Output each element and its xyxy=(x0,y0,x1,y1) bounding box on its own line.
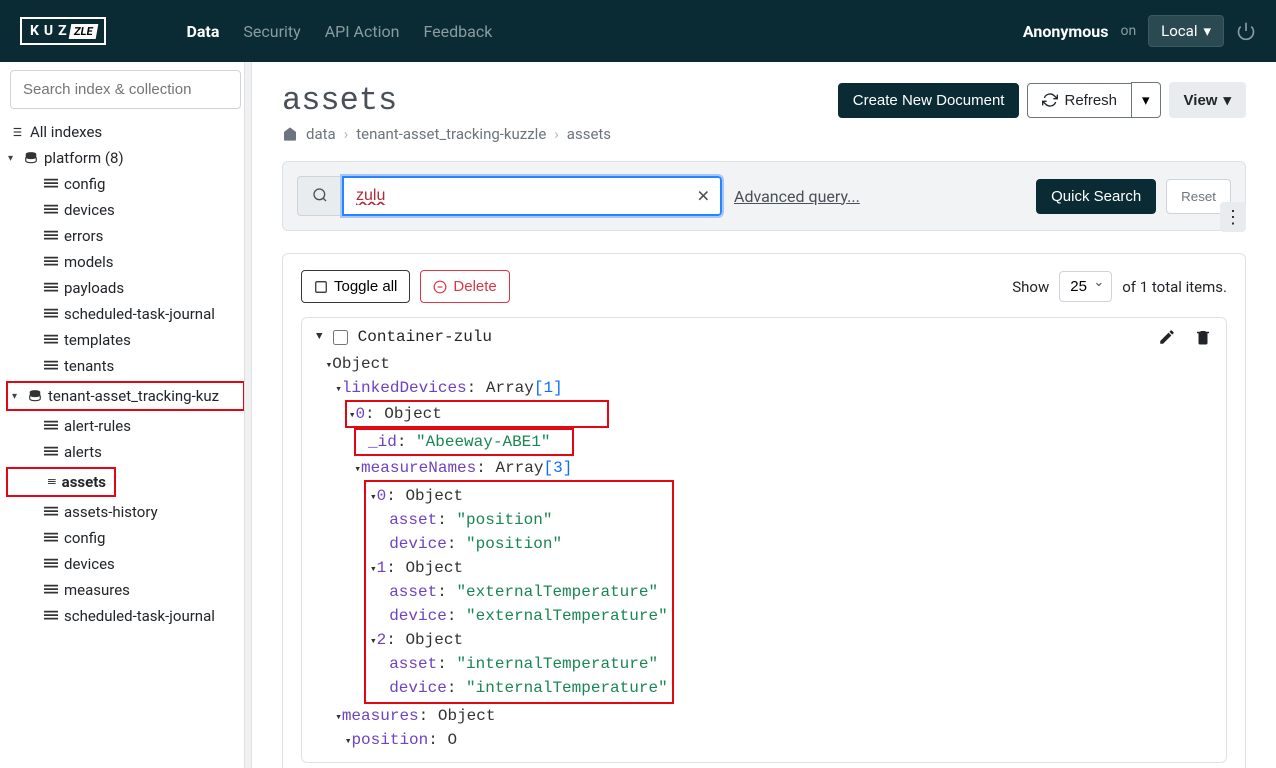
document-id: Container-zulu xyxy=(358,328,492,346)
table-icon xyxy=(48,476,56,488)
nav-data[interactable]: Data xyxy=(186,22,219,41)
view-button[interactable]: View ▾ xyxy=(1169,82,1246,118)
page-size-select[interactable]: 25 xyxy=(1059,271,1112,302)
edit-icon[interactable] xyxy=(1158,328,1176,346)
topbar: KUZ ZLE Data Security API Action Feedbac… xyxy=(0,0,1276,62)
content: assets Create New Document Refresh ▾ Vie… xyxy=(252,62,1276,768)
document-card: ▼ Container-zulu ▾Object ▾linkedDevices:… xyxy=(301,317,1227,763)
logo-main: KUZ xyxy=(30,23,72,39)
collection-measures[interactable]: measures xyxy=(4,577,247,603)
table-icon xyxy=(44,256,58,268)
search-input[interactable] xyxy=(342,176,722,216)
nav-api-action[interactable]: API Action xyxy=(325,22,400,41)
refresh-icon xyxy=(1042,92,1058,108)
show-label: Show xyxy=(1012,278,1049,296)
table-icon xyxy=(44,360,58,372)
advanced-query-link[interactable]: Advanced query... xyxy=(734,187,860,206)
database-icon xyxy=(24,151,38,165)
caret-icon xyxy=(12,391,22,402)
page-title: assets xyxy=(282,82,397,119)
table-icon xyxy=(44,420,58,432)
collection-config[interactable]: config xyxy=(4,171,247,197)
collection-tenants[interactable]: tenants xyxy=(4,353,247,379)
sidebar-search-input[interactable] xyxy=(10,70,241,109)
index-tenant-asset-tracking[interactable]: tenant-asset_tracking-kuz xyxy=(6,381,245,411)
table-icon xyxy=(44,308,58,320)
json-tree: ▾Object ▾linkedDevices: Array[1] ▾0: Obj… xyxy=(316,352,1212,752)
table-icon xyxy=(44,282,58,294)
caret-icon xyxy=(8,153,18,164)
environment-select[interactable]: Local ▾ xyxy=(1148,15,1224,47)
total-items-text: of 1 total items. xyxy=(1122,278,1227,296)
document-checkbox[interactable] xyxy=(333,330,348,345)
collapse-toggle[interactable]: ▼ xyxy=(316,331,323,343)
table-icon xyxy=(44,610,58,622)
search-icon xyxy=(312,187,328,203)
nav-security[interactable]: Security xyxy=(243,22,300,41)
index-tree: All indexes platform (8) config devices … xyxy=(0,119,251,629)
current-user: Anonymous xyxy=(1023,22,1109,41)
table-icon xyxy=(44,230,58,242)
collection-devices-2[interactable]: devices xyxy=(4,551,247,577)
breadcrumb-root[interactable]: data xyxy=(306,125,336,143)
breadcrumb-leaf: assets xyxy=(567,125,611,143)
collection-models[interactable]: models xyxy=(4,249,247,275)
collection-errors[interactable]: errors xyxy=(4,223,247,249)
collection-payloads[interactable]: payloads xyxy=(4,275,247,301)
clear-search-button[interactable]: ✕ xyxy=(697,187,710,206)
table-icon xyxy=(44,334,58,346)
searchbar: ✕ Advanced query... Quick Search Reset xyxy=(282,161,1246,231)
toggle-all-button[interactable]: Toggle all xyxy=(301,270,410,303)
collection-scheduled-task-journal[interactable]: scheduled-task-journal xyxy=(4,301,247,327)
table-icon xyxy=(44,178,58,190)
table-icon xyxy=(44,558,58,570)
collection-devices[interactable]: devices xyxy=(4,197,247,223)
trash-icon[interactable] xyxy=(1194,328,1212,346)
collection-templates[interactable]: templates xyxy=(4,327,247,353)
minus-circle-icon xyxy=(433,280,447,294)
table-icon xyxy=(44,506,58,518)
refresh-dropdown-button[interactable]: ▾ xyxy=(1131,82,1161,118)
chevron-down-icon: ▾ xyxy=(1203,22,1211,40)
page-actions: Create New Document Refresh ▾ View ▾ xyxy=(838,82,1246,118)
topbar-right: Anonymous on Local ▾ xyxy=(1023,15,1256,47)
logo: KUZ ZLE xyxy=(20,17,106,45)
top-nav: Data Security API Action Feedback xyxy=(186,22,492,41)
search-icon-addon xyxy=(297,176,342,216)
table-icon xyxy=(44,204,58,216)
power-icon[interactable] xyxy=(1236,21,1256,41)
chevron-down-icon: ▾ xyxy=(1142,91,1150,109)
table-icon xyxy=(44,446,58,458)
on-label: on xyxy=(1120,23,1136,39)
index-platform[interactable]: platform (8) xyxy=(4,145,247,171)
checkbox-icon xyxy=(314,280,328,294)
chevron-down-icon: ▾ xyxy=(1223,91,1231,109)
delete-button[interactable]: Delete xyxy=(420,270,509,303)
list-icon xyxy=(8,125,24,139)
collection-assets-history[interactable]: assets-history xyxy=(4,499,247,525)
create-document-button[interactable]: Create New Document xyxy=(838,83,1020,118)
collection-alert-rules[interactable]: alert-rules xyxy=(4,413,247,439)
refresh-button[interactable]: Refresh xyxy=(1027,83,1132,118)
logo-suffix: ZLE xyxy=(68,24,97,39)
breadcrumb-mid[interactable]: tenant-asset_tracking-kuzzle xyxy=(356,125,546,143)
table-icon xyxy=(44,532,58,544)
nav-feedback[interactable]: Feedback xyxy=(423,22,492,41)
sidebar: All indexes platform (8) config devices … xyxy=(0,62,252,768)
kebab-menu-button[interactable]: ⋮ xyxy=(1220,202,1246,232)
collection-alerts[interactable]: alerts xyxy=(4,439,247,465)
home-icon[interactable] xyxy=(282,126,298,142)
collection-assets[interactable]: assets xyxy=(6,467,116,497)
all-indexes[interactable]: All indexes xyxy=(4,119,247,145)
collection-config-2[interactable]: config xyxy=(4,525,247,551)
quick-search-button[interactable]: Quick Search xyxy=(1036,179,1156,214)
database-icon xyxy=(28,389,42,403)
breadcrumb: data › tenant-asset_tracking-kuzzle › as… xyxy=(282,125,1246,143)
collection-scheduled-task-journal-2[interactable]: scheduled-task-journal xyxy=(4,603,247,629)
results-card: Toggle all Delete Show 25 of 1 total ite… xyxy=(282,253,1246,768)
table-icon xyxy=(44,584,58,596)
